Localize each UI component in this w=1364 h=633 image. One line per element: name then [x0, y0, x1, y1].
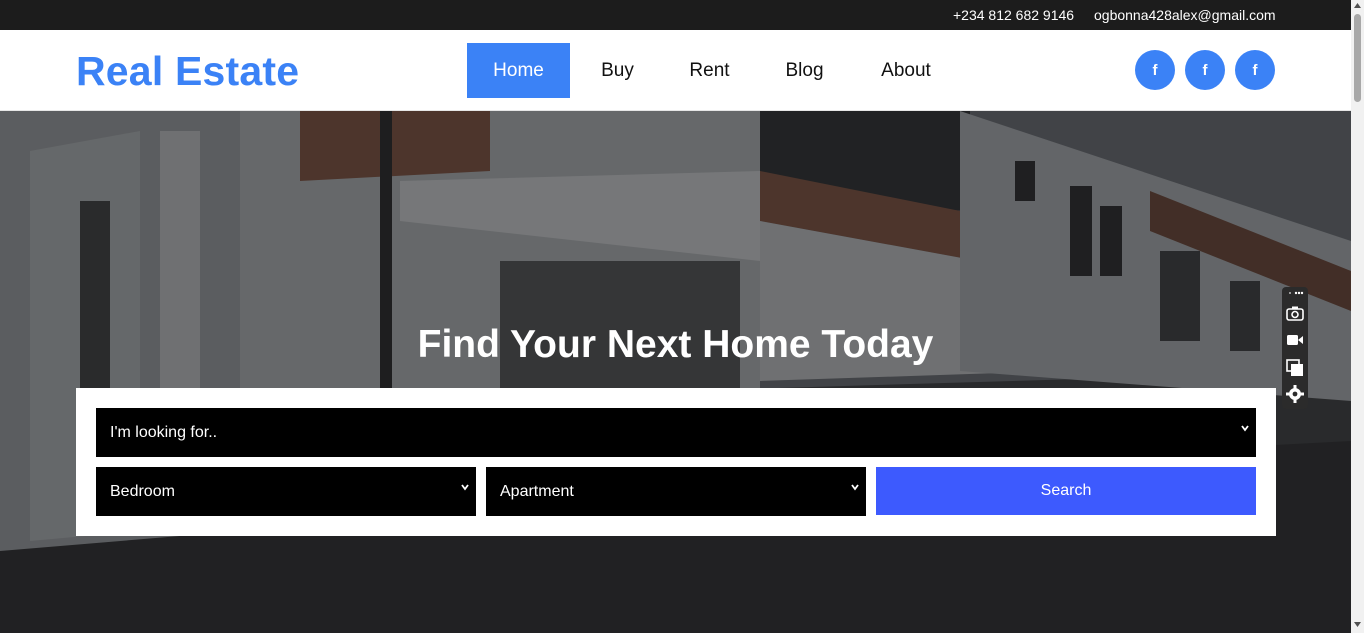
scroll-thumb[interactable] [1354, 14, 1361, 102]
settings-icon[interactable] [1286, 385, 1304, 403]
facebook-icon[interactable]: f [1185, 50, 1225, 90]
nav-blog[interactable]: Blog [754, 43, 855, 98]
property-type-select[interactable]: Apartment [486, 467, 866, 516]
chevron-down-icon [1241, 425, 1249, 432]
looking-for-select[interactable]: I'm looking for.. [96, 408, 1256, 457]
more-icon[interactable] [1286, 289, 1304, 297]
floating-toolbar [1282, 287, 1308, 409]
site-logo[interactable]: Real Estate [76, 48, 299, 95]
bedroom-value: Bedroom [110, 482, 175, 500]
hero-section: Find Your Next Home Today [0, 111, 1351, 633]
property-type-value: Apartment [500, 482, 574, 500]
nav-home[interactable]: Home [467, 43, 570, 98]
search-button[interactable]: Search [876, 467, 1256, 515]
scroll-up-icon[interactable] [1353, 2, 1362, 10]
hero-background-image [0, 111, 1351, 633]
page-scrollbar[interactable] [1351, 0, 1364, 633]
property-search-form: I'm looking for.. Bedroom Apartment Sear… [76, 388, 1276, 536]
chevron-down-icon [461, 484, 469, 491]
scroll-down-icon[interactable] [1353, 620, 1362, 628]
top-bar: +234 812 682 9146 ogbonna428alex@gmail.c… [0, 0, 1351, 30]
contact-phone[interactable]: +234 812 682 9146 [953, 7, 1074, 23]
facebook-icon[interactable]: f [1135, 50, 1175, 90]
nav-buy[interactable]: Buy [570, 43, 665, 98]
chevron-down-icon [851, 484, 859, 491]
main-nav: Home Buy Rent Blog About [467, 43, 957, 98]
window-icon[interactable] [1286, 359, 1304, 377]
contact-email[interactable]: ogbonna428alex@gmail.com [1094, 7, 1276, 23]
camera-icon[interactable] [1286, 305, 1304, 321]
site-header: Real Estate Home Buy Rent Blog About f f… [0, 30, 1351, 111]
video-icon[interactable] [1286, 333, 1304, 347]
facebook-icon[interactable]: f [1235, 50, 1275, 90]
nav-rent[interactable]: Rent [665, 43, 754, 98]
hero-title: Find Your Next Home Today [417, 323, 934, 366]
looking-for-value: I'm looking for.. [110, 423, 218, 441]
nav-about[interactable]: About [855, 43, 957, 98]
bedroom-select[interactable]: Bedroom [96, 467, 476, 516]
